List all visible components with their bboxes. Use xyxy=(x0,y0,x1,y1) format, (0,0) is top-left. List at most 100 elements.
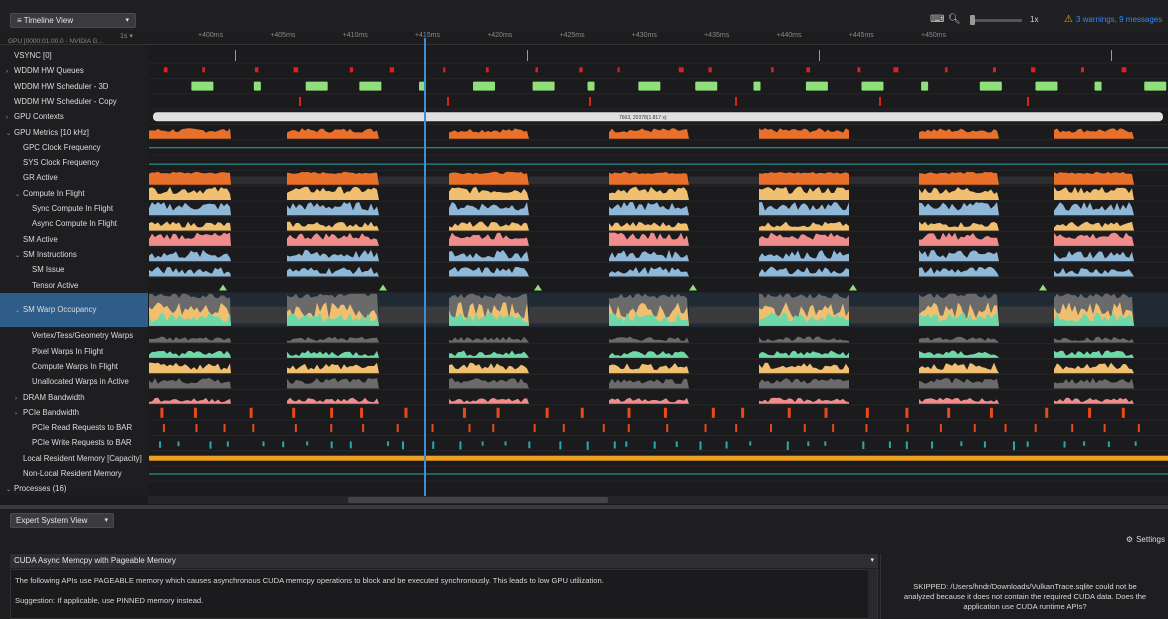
row-label[interactable]: Non-Local Resident Memory xyxy=(0,466,148,481)
pcie-write-mark xyxy=(1107,441,1110,447)
row-label[interactable]: PCIe Read Requests to BAR xyxy=(0,420,148,435)
keyboard-icon[interactable]: ⌨ xyxy=(930,15,944,25)
scheduler-box xyxy=(473,81,496,91)
pcie-mark xyxy=(663,407,667,418)
rule-title: CUDA Async Memcpy with Pageable Memory xyxy=(14,556,176,565)
row-label[interactable]: VSYNC [0] xyxy=(0,48,148,63)
row-label-text: Compute In Flight xyxy=(23,188,85,198)
row-label[interactable]: › DRAM Bandwidth xyxy=(0,390,148,405)
zoom-slider[interactable] xyxy=(970,15,1022,25)
expert-view-selector[interactable]: Expert System View ▾ xyxy=(10,513,114,528)
row-label[interactable]: Vertex/Tess/Geometry Warps xyxy=(0,328,148,343)
queue-mark xyxy=(293,67,299,73)
gpu-header[interactable]: GPU [0000:01:00.0 - NVIDIA G... xyxy=(8,38,103,45)
pcie-read-mark xyxy=(939,424,942,433)
queue-mark xyxy=(678,67,684,73)
row-label[interactable]: GPC Clock Frequency xyxy=(0,140,148,155)
row-label[interactable]: › WDDM HW Queues xyxy=(0,63,148,78)
scheduler-box xyxy=(921,81,929,91)
row-label[interactable]: Sync Compute In Flight xyxy=(0,201,148,216)
queue-mark xyxy=(535,67,538,73)
rule-selector[interactable]: CUDA Async Memcpy with Pageable Memory ▾ xyxy=(10,554,878,568)
expand-icon[interactable]: ⌄ xyxy=(6,127,14,140)
row-label-text: Sync Compute In Flight xyxy=(32,204,114,213)
expand-icon[interactable]: › xyxy=(15,407,23,420)
context-bar-label: 7663, 20378(1.817 s) xyxy=(619,115,667,121)
rule-description: The following APIs use PAGEABLE memory w… xyxy=(10,569,878,619)
copy-mark xyxy=(589,96,591,106)
pcie-write-mark xyxy=(613,441,616,449)
pcie-write-mark xyxy=(481,441,484,446)
row-label[interactable]: SM Issue xyxy=(0,262,148,277)
time-ruler[interactable]: 1s ▾ GPU [0000:01:00.0 - NVIDIA G... +40… xyxy=(0,31,1168,45)
expand-icon[interactable]: ⌄ xyxy=(15,249,23,262)
pcie-read-mark xyxy=(223,424,226,433)
row-label[interactable]: WDDM HW Scheduler - 3D xyxy=(0,79,148,94)
scheduler-box xyxy=(1144,81,1167,91)
queue-mark xyxy=(617,67,620,73)
row-label[interactable]: WDDM HW Scheduler - Copy xyxy=(0,94,148,109)
view-selector[interactable]: ≡ Timeline View ▾ xyxy=(10,13,136,28)
row-label[interactable]: PCIe Write Requests to BAR xyxy=(0,435,148,450)
pcie-write-mark xyxy=(459,441,462,450)
row-label[interactable]: Local Resident Memory [Capacity] xyxy=(0,451,148,466)
local-memory-bar xyxy=(149,455,1168,461)
expand-icon[interactable]: › xyxy=(15,392,23,405)
pcie-read-mark xyxy=(294,424,297,433)
pcie-write-mark xyxy=(282,441,285,448)
pcie-read-mark xyxy=(1004,424,1007,433)
zoom-level: 1x xyxy=(1030,15,1039,24)
timeline-tracks[interactable]: 7663, 20378(1.817 s) xyxy=(149,45,1168,495)
scheduler-box xyxy=(1035,81,1058,91)
copy-mark xyxy=(879,96,881,106)
pcie-write-mark xyxy=(586,441,589,450)
metric-area xyxy=(149,221,1134,231)
row-label[interactable]: Unallocated Warps in Active xyxy=(0,374,148,389)
ruler-scale[interactable]: 1s ▾ xyxy=(120,32,133,40)
pcie-mark xyxy=(580,407,584,418)
row-label-text: PCIe Bandwidth xyxy=(23,407,79,417)
pcie-write-mark xyxy=(960,441,963,447)
metric-area xyxy=(149,377,1134,389)
row-label[interactable]: Async Compute In Flight xyxy=(0,216,148,231)
row-label[interactable]: SYS Clock Frequency xyxy=(0,155,148,170)
pcie-mark xyxy=(865,407,869,418)
pcie-write-mark xyxy=(1063,441,1066,448)
idle-area xyxy=(849,306,919,324)
row-label[interactable]: ⌄ Processes (16) xyxy=(0,481,148,496)
pcie-write-mark xyxy=(699,441,702,450)
row-label[interactable]: Compute Warps In Flight xyxy=(0,359,148,374)
row-label-text: GPC Clock Frequency xyxy=(23,142,101,152)
expand-icon[interactable]: › xyxy=(6,111,14,124)
expand-icon[interactable]: ⌄ xyxy=(15,294,23,327)
scrollbar-thumb[interactable] xyxy=(348,497,608,503)
zoom-slider-knob[interactable] xyxy=(970,15,975,25)
pcie-read-mark xyxy=(832,424,835,433)
timeline-cursor[interactable] xyxy=(424,38,426,497)
row-label[interactable]: ⌄ Compute In Flight xyxy=(0,186,148,201)
horizontal-scrollbar[interactable] xyxy=(148,496,1168,504)
row-label[interactable]: ⌄ GPU Metrics [10 kHz] xyxy=(0,125,148,140)
settings-button[interactable]: ⚙ Settings xyxy=(1126,535,1168,544)
row-label[interactable]: GR Active xyxy=(0,170,148,185)
pcie-mark xyxy=(404,407,408,418)
row-label[interactable]: ⌄ SM Instructions xyxy=(0,247,148,262)
expand-icon[interactable]: ⌄ xyxy=(6,483,14,496)
row-label[interactable]: › PCIe Bandwidth xyxy=(0,405,148,420)
zoom-icon[interactable]: 🔍︎ xyxy=(948,15,961,25)
row-label[interactable]: › GPU Contexts xyxy=(0,109,148,124)
row-label[interactable]: Tensor Active xyxy=(0,278,148,293)
idle-area xyxy=(529,176,609,185)
pcie-read-mark xyxy=(362,424,365,433)
vertical-scrollbar[interactable] xyxy=(868,569,877,619)
copy-mark xyxy=(299,96,301,106)
idle-area xyxy=(379,306,449,324)
expand-icon[interactable]: ⌄ xyxy=(15,188,23,201)
row-label[interactable]: ⌄ SM Warp Occupancy xyxy=(0,292,148,327)
ruler-tick: +410ms xyxy=(342,32,368,39)
expand-icon[interactable]: › xyxy=(6,65,14,78)
warnings-link[interactable]: ⚠ 3 warnings, 9 messages xyxy=(1064,14,1162,25)
row-label-text: Compute Warps In Flight xyxy=(32,361,118,371)
row-label[interactable]: SM Active xyxy=(0,232,148,247)
row-label[interactable]: Pixel Warps In Flight xyxy=(0,344,148,359)
